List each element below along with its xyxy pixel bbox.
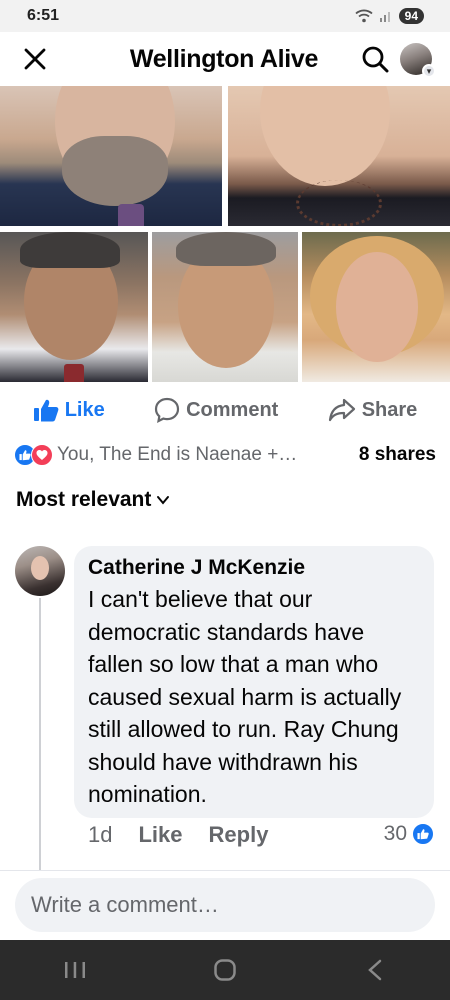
post-action-bar: Like Comment Share <box>0 382 450 438</box>
recents-button[interactable] <box>45 950 105 990</box>
comment-bubble[interactable]: Catherine J McKenzie I can't believe tha… <box>74 546 434 818</box>
beard-shape <box>62 136 168 206</box>
share-icon <box>328 398 355 422</box>
shares-count[interactable]: 8 shares <box>359 444 436 466</box>
comment-icon <box>154 397 180 423</box>
profile-avatar[interactable]: ▾ <box>400 43 436 78</box>
composer-divider <box>0 870 450 871</box>
back-button[interactable] <box>345 950 405 990</box>
reaction-icons <box>14 444 53 466</box>
status-icons: 94 <box>355 8 424 24</box>
photo-candidate-3[interactable] <box>0 232 148 382</box>
comment-label: Comment <box>186 398 279 421</box>
commenter-avatar[interactable] <box>15 546 65 596</box>
comment-time[interactable]: 1d <box>88 822 112 848</box>
comment-input[interactable] <box>15 878 435 932</box>
photo-candidate-1[interactable] <box>0 86 222 226</box>
photo-candidate-4[interactable] <box>152 232 298 382</box>
signal-icon <box>379 12 390 22</box>
search-button[interactable] <box>356 40 394 78</box>
status-bar: 6:51 94 <box>0 0 450 32</box>
reactions-summary[interactable]: You, The End is Naenae +… 8 shares <box>14 438 436 472</box>
app-header: Wellington Alive ▾ <box>0 32 450 86</box>
necklace-shape <box>296 180 382 226</box>
comment-reaction-count[interactable]: 30 <box>384 822 434 846</box>
search-icon <box>362 46 389 73</box>
photo-candidate-2[interactable] <box>228 86 450 226</box>
hair-shape <box>20 232 120 268</box>
comment-reply-button[interactable]: Reply <box>209 822 269 848</box>
share-label: Share <box>361 398 418 421</box>
wifi-icon <box>355 9 373 23</box>
close-button[interactable] <box>16 40 54 78</box>
system-nav-bar <box>0 940 450 1000</box>
recents-icon <box>65 962 85 978</box>
reactions-left: You, The End is Naenae +… <box>14 444 297 466</box>
love-icon <box>31 444 53 466</box>
chevron-down-icon <box>157 496 170 505</box>
close-icon <box>24 48 46 70</box>
tie-shape <box>64 364 84 382</box>
photo-candidate-5[interactable] <box>302 232 450 382</box>
reactions-text: You, The End is Naenae +… <box>57 444 298 465</box>
comment-like-button[interactable]: Like <box>138 822 182 848</box>
comment-reaction-number: 30 <box>383 822 407 845</box>
like-label: Like <box>64 398 105 421</box>
avatar-face-shape <box>31 556 49 580</box>
thread-line <box>39 598 41 870</box>
like-button[interactable]: Like <box>33 398 105 422</box>
sort-label: Most relevant <box>16 488 152 511</box>
chevron-down-icon: ▾ <box>422 64 436 78</box>
face-shape <box>260 86 390 186</box>
home-button[interactable] <box>195 950 255 990</box>
tie-shape <box>118 204 144 226</box>
back-icon <box>368 959 382 981</box>
post-photo-grid[interactable] <box>0 86 450 382</box>
comment-meta: 1d Like Reply <box>88 822 268 848</box>
page-title: Wellington Alive <box>129 44 319 73</box>
share-button[interactable]: Share <box>328 398 418 422</box>
face-shape <box>336 252 418 362</box>
hair-shape <box>176 232 276 266</box>
comment-text: I can't believe that our democratic stan… <box>88 586 402 807</box>
status-time: 6:51 <box>27 7 60 24</box>
like-icon <box>33 399 59 422</box>
comment-button[interactable]: Comment <box>154 397 278 423</box>
home-icon <box>214 959 236 981</box>
like-icon <box>412 823 434 845</box>
comment-author[interactable]: Catherine J McKenzie <box>88 554 420 582</box>
comment-sort-dropdown[interactable]: Most relevant <box>16 488 171 512</box>
battery-indicator: 94 <box>398 8 424 24</box>
